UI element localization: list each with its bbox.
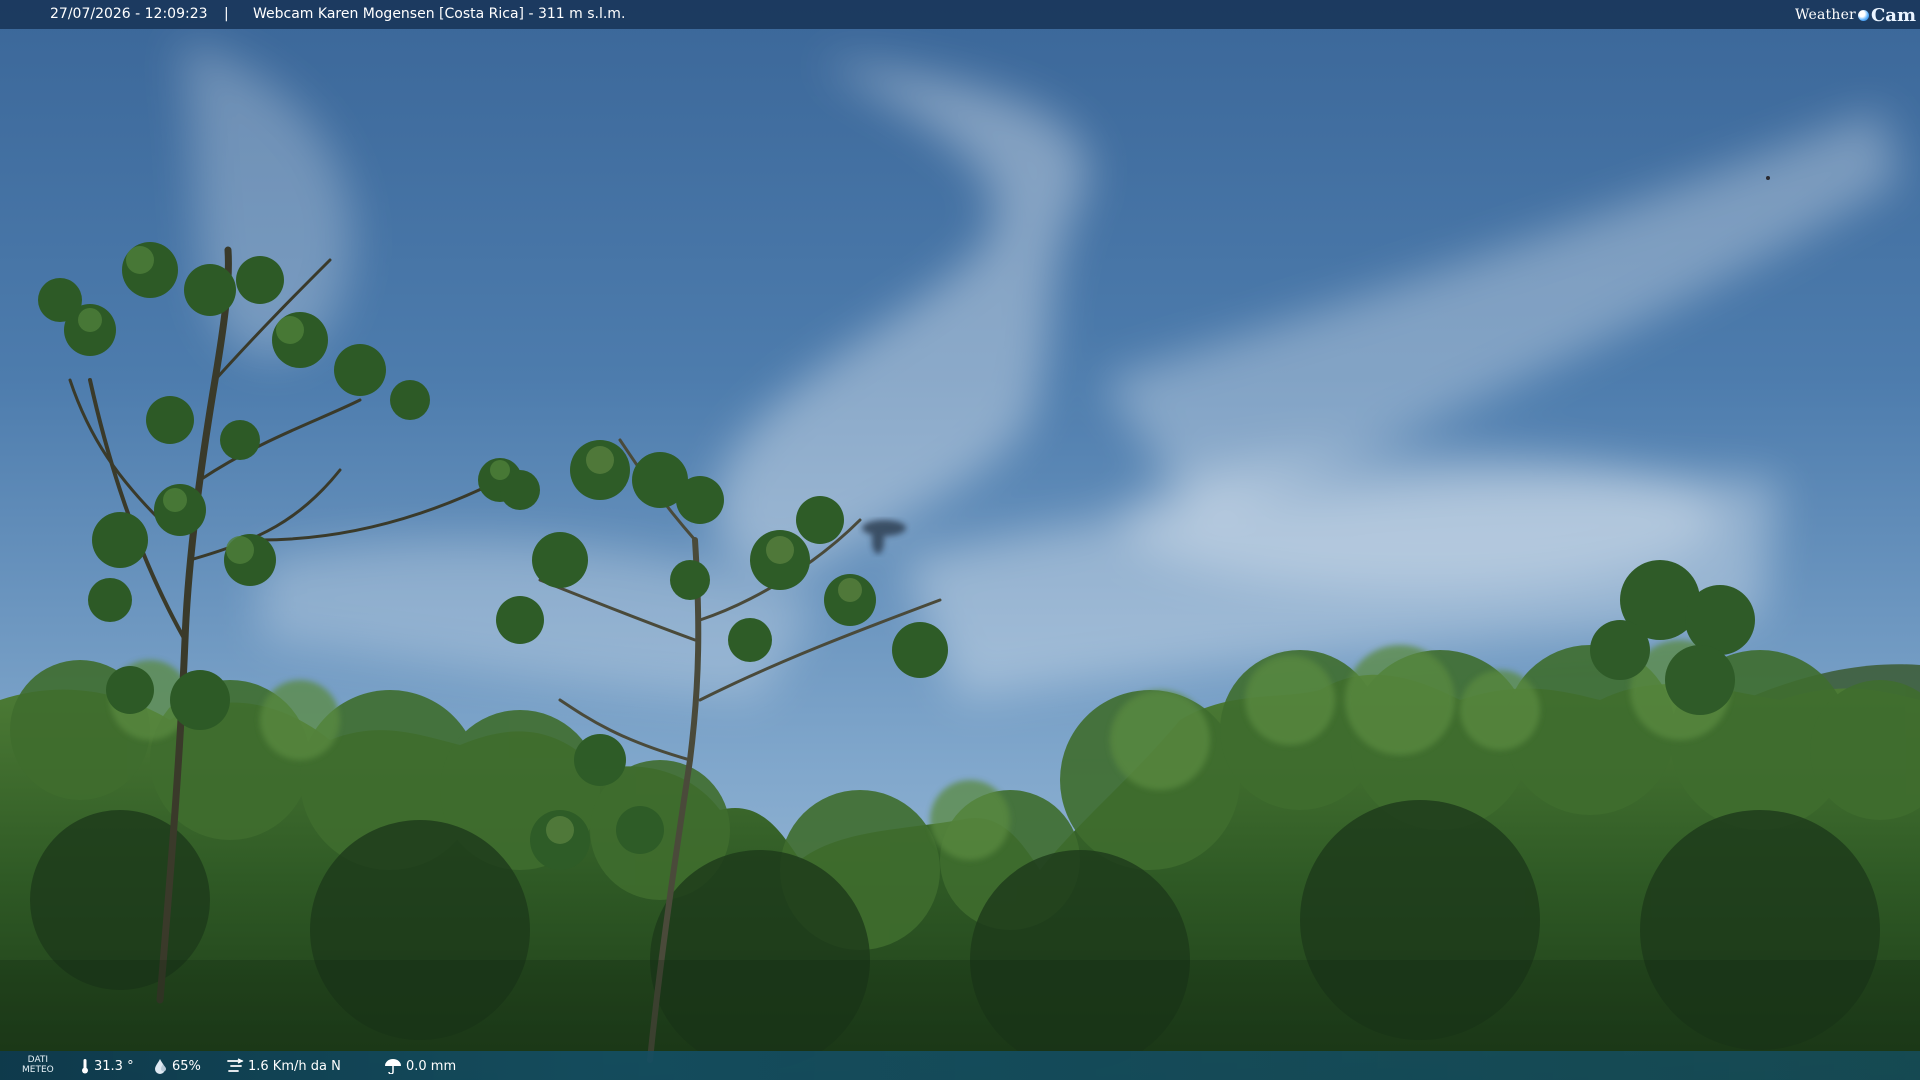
wind-value: 1.6 Km/h da N — [248, 1058, 341, 1074]
weathercam-globe-icon — [1857, 9, 1869, 21]
title-separator: | — [224, 6, 229, 22]
top-overlay-bar: 27/07/2026 - 12:09:23 | Webcam Karen Mog… — [0, 0, 1920, 29]
webcam-frame: 27/07/2026 - 12:09:23 | Webcam Karen Mog… — [0, 0, 1920, 1080]
timestamp: 27/07/2026 - 12:09:23 — [50, 6, 208, 22]
rain-value: 0.0 mm — [406, 1058, 457, 1074]
wind-icon — [227, 1058, 244, 1072]
weather-data-label: DATI METEO — [22, 1055, 54, 1075]
webcam-title: Webcam Karen Mogensen [Costa Rica] - 311… — [253, 6, 626, 22]
rain-icon — [385, 1059, 401, 1074]
humidity-value: 65% — [172, 1058, 201, 1074]
temperature-reading: 31.3 ° — [80, 1058, 134, 1074]
webcam-image — [0, 0, 1920, 1080]
weathercam-logo[interactable]: Weather Cam — [1795, 4, 1916, 26]
logo-text-weather: Weather — [1795, 7, 1856, 23]
humidity-reading: 65% — [152, 1058, 201, 1074]
thermometer-icon — [82, 1059, 88, 1074]
wind-reading: 1.6 Km/h da N — [226, 1058, 341, 1074]
weather-data-bar: DATI METEO 31.3 ° 65% 1.6 Km/h da N 0.0 … — [0, 1051, 1920, 1080]
humidity-drop-icon — [155, 1059, 166, 1074]
temperature-value: 31.3 ° — [94, 1058, 134, 1074]
rain-reading: 0.0 mm — [384, 1058, 456, 1074]
logo-text-cam: Cam — [1870, 4, 1916, 26]
